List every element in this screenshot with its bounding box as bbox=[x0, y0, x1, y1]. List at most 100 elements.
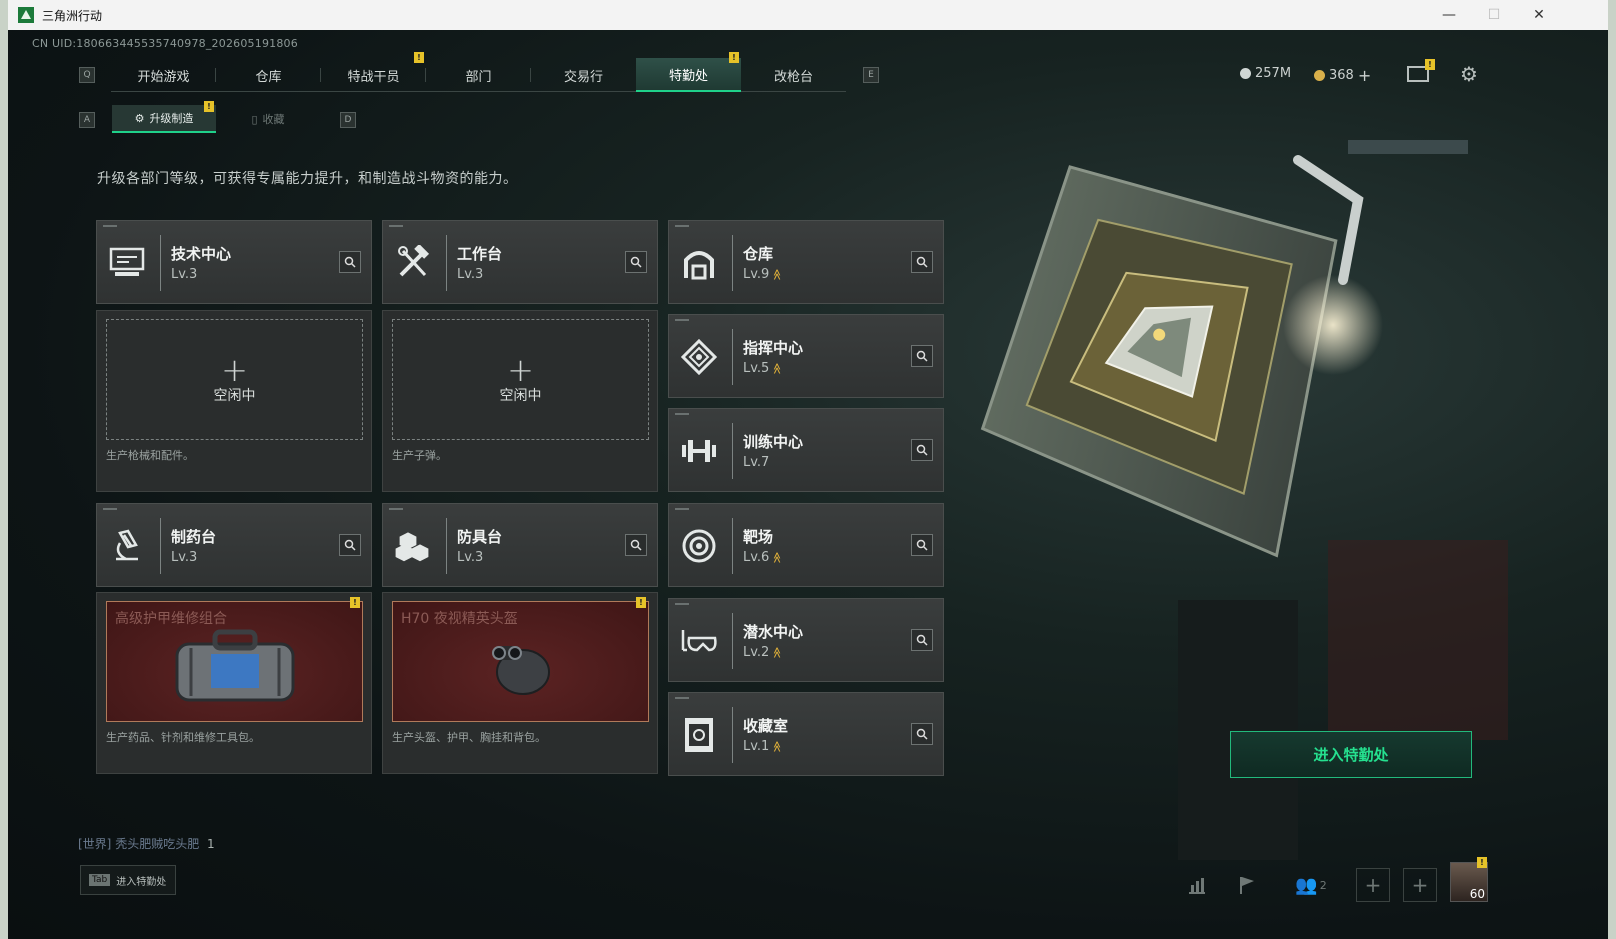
dept-level: Lv.5≫ bbox=[743, 361, 784, 376]
tab-warehouse[interactable]: 仓库 bbox=[216, 58, 321, 92]
chat-message[interactable]: [世界] 秃头肥贼吃头肥 1 bbox=[78, 835, 215, 852]
points-icon bbox=[1314, 70, 1325, 81]
tools-icon bbox=[393, 243, 433, 283]
tab-hint[interactable]: Tab 进入特勤处 bbox=[80, 865, 176, 895]
inspect-magnifier-icon[interactable] bbox=[339, 251, 361, 273]
tab-gunsmith[interactable]: 改枪台 bbox=[741, 58, 846, 92]
dept-card-shooting-range[interactable]: 靶场 Lv.6≫ bbox=[668, 503, 944, 587]
upgrade-available-icon: ≫ bbox=[770, 551, 784, 564]
dept-card-collection-room[interactable]: 收藏室 Lv.1≫ bbox=[668, 692, 944, 776]
dept-name: 训练中心 bbox=[743, 433, 804, 451]
dept-level: Lv.3 bbox=[457, 550, 484, 565]
dept-level: Lv.3 bbox=[457, 267, 484, 282]
inspect-magnifier-icon[interactable] bbox=[911, 534, 933, 556]
dept-name: 技术中心 bbox=[171, 245, 232, 263]
dept-card-tech-center[interactable]: 技术中心 Lv.3 bbox=[96, 220, 372, 304]
settings-gear-icon[interactable]: ⚙ bbox=[1460, 62, 1478, 86]
dept-name: 工作台 bbox=[457, 245, 503, 263]
pharmacy-production-slot[interactable]: 高级护甲维修组合 ! 生产药品、针剂和维修工具包。 bbox=[96, 592, 372, 774]
subnav-left-key[interactable]: A bbox=[79, 112, 95, 128]
night-vision-helmet-image bbox=[492, 646, 550, 695]
tab-key: Tab bbox=[89, 874, 111, 886]
product-tile[interactable]: H70 夜视精英头盔 ! bbox=[392, 597, 649, 722]
mail-icon[interactable]: ! bbox=[1407, 59, 1435, 82]
dept-name: 潜水中心 bbox=[743, 623, 804, 641]
inspect-magnifier-icon[interactable] bbox=[911, 439, 933, 461]
dept-card-pharmacy[interactable]: 制药台 Lv.3 bbox=[96, 503, 372, 587]
close-button[interactable]: ✕ bbox=[1516, 0, 1562, 30]
game-window: 三角洲行动 — ☐ ✕ bbox=[8, 0, 1608, 939]
tab-start-game[interactable]: 开始游戏 bbox=[111, 58, 216, 92]
workbench-production-slot[interactable]: + 空闲中 生产子弹。 bbox=[382, 310, 658, 492]
dept-card-diving-center[interactable]: 潜水中心 Lv.2≫ bbox=[668, 598, 944, 682]
dept-name: 制药台 bbox=[171, 528, 217, 546]
dept-level: Lv.7 bbox=[743, 455, 770, 470]
add-points-button[interactable]: + bbox=[1358, 66, 1371, 85]
nav-right-key[interactable]: E bbox=[863, 67, 879, 83]
inspect-magnifier-icon[interactable] bbox=[911, 345, 933, 367]
dept-card-training-center[interactable]: 训练中心 Lv.7 bbox=[668, 408, 944, 492]
idle-slot[interactable]: + 空闲中 bbox=[106, 319, 363, 440]
add-production-plus-icon: + bbox=[507, 350, 534, 389]
dept-name: 防具台 bbox=[457, 528, 503, 546]
idle-label: 空闲中 bbox=[213, 387, 256, 404]
notification-badge: ! bbox=[1425, 59, 1435, 70]
slot-caption: 生产药品、针剂和维修工具包。 bbox=[106, 731, 260, 744]
inspect-magnifier-icon[interactable] bbox=[625, 534, 647, 556]
microscope-icon bbox=[107, 526, 147, 566]
dept-level: Lv.3 bbox=[171, 267, 198, 282]
dept-card-warehouse[interactable]: 仓库 Lv.9≫ bbox=[668, 220, 944, 304]
dept-level: Lv.1≫ bbox=[743, 739, 784, 754]
tab-department[interactable]: 部门 bbox=[426, 58, 531, 92]
idle-slot[interactable]: + 空闲中 bbox=[392, 319, 649, 440]
user-uid: CN UID:18066344553574097​8_202605191806 bbox=[32, 37, 298, 50]
tab-collection[interactable]: ▯ 收藏 bbox=[216, 105, 320, 133]
flag-icon[interactable] bbox=[1230, 868, 1264, 902]
inspect-magnifier-icon[interactable] bbox=[625, 251, 647, 273]
dept-card-command-center[interactable]: 指挥中心 Lv.5≫ bbox=[668, 314, 944, 398]
stats-chart-icon[interactable] bbox=[1180, 868, 1214, 902]
coin-icon bbox=[1240, 68, 1251, 79]
title-bar: 三角洲行动 — ☐ ✕ bbox=[8, 0, 1608, 30]
inspect-magnifier-icon[interactable] bbox=[911, 251, 933, 273]
tab-upgrade-craft[interactable]: ⚙ 升级制造 ! bbox=[112, 101, 216, 133]
points-balance[interactable]: 368 + bbox=[1314, 66, 1371, 85]
notification-badge: ! bbox=[350, 597, 360, 608]
points-amount: 368 bbox=[1329, 68, 1354, 83]
add-production-plus-icon: + bbox=[221, 350, 248, 389]
maximize-button[interactable]: ☐ bbox=[1471, 0, 1517, 30]
dept-card-armor-bench[interactable]: 防具台 Lv.3 bbox=[382, 503, 658, 587]
tab-special-ops[interactable]: 特勤处 ! bbox=[636, 52, 741, 92]
sub-nav: ⚙ 升级制造 ! ▯ 收藏 bbox=[112, 101, 320, 133]
invite-slot-plus-icon[interactable]: + bbox=[1403, 868, 1437, 902]
armor-production-slot[interactable]: H70 夜视精英头盔 ! 生产头盔、护甲、胸挂和背包。 bbox=[382, 592, 658, 774]
slot-caption: 生产头盔、护甲、胸挂和背包。 bbox=[392, 731, 546, 744]
tab-operators[interactable]: 特战干员 ! bbox=[321, 52, 426, 92]
notification-badge: ! bbox=[729, 52, 739, 63]
inspect-magnifier-icon[interactable] bbox=[911, 723, 933, 745]
dept-name: 仓库 bbox=[743, 245, 774, 263]
inspect-magnifier-icon[interactable] bbox=[339, 534, 361, 556]
slot-caption: 生产子弹。 bbox=[392, 449, 447, 462]
coin-balance[interactable]: 257M bbox=[1240, 66, 1291, 81]
main-nav: 开始游戏 仓库 特战干员 ! 部门 交易行 特勤处 ! 改枪台 bbox=[111, 52, 846, 92]
nav-left-key[interactable]: Q bbox=[79, 67, 95, 83]
friends-count: 2 bbox=[1319, 878, 1327, 892]
product-tile[interactable]: 高级护甲维修组合 ! bbox=[106, 597, 363, 722]
idle-label: 空闲中 bbox=[499, 387, 542, 404]
friends-button[interactable]: 👥 2 bbox=[1286, 868, 1336, 902]
dept-card-workbench[interactable]: 工作台 Lv.3 bbox=[382, 220, 658, 304]
tab-label: 交易行 bbox=[563, 69, 603, 85]
inspect-magnifier-icon[interactable] bbox=[911, 629, 933, 651]
hammer-icon: ⚙ bbox=[134, 111, 145, 125]
player-avatar[interactable]: 60 ! bbox=[1450, 857, 1488, 902]
tech-production-slot[interactable]: + 空闲中 生产枪械和配件。 bbox=[96, 310, 372, 492]
tab-label: 升级制造 bbox=[149, 112, 194, 125]
minimize-button[interactable]: — bbox=[1426, 0, 1472, 30]
tab-trading[interactable]: 交易行 bbox=[531, 58, 636, 92]
dept-name: 收藏室 bbox=[743, 717, 789, 735]
tab-label: 特战干员 bbox=[347, 69, 400, 85]
subnav-right-key[interactable]: D bbox=[340, 112, 356, 128]
enter-special-ops-button[interactable]: 进入特勤处 bbox=[1230, 731, 1472, 778]
invite-slot-plus-icon[interactable]: + bbox=[1356, 868, 1390, 902]
